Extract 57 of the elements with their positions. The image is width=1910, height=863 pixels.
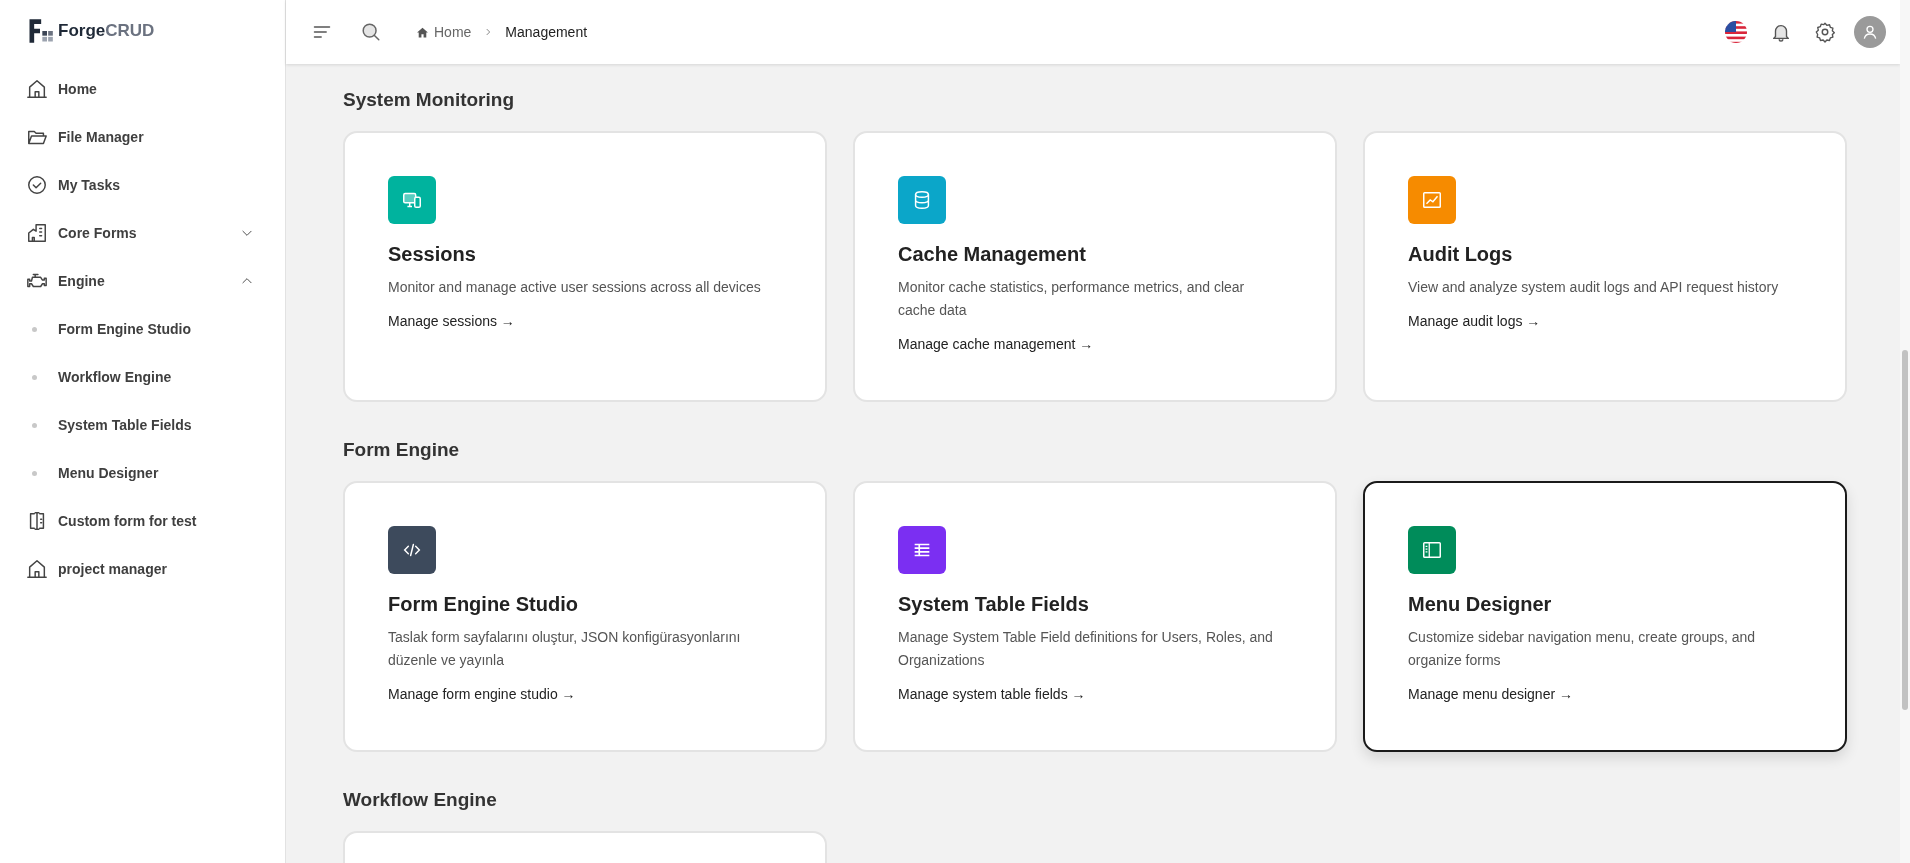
section-title: Form Engine — [343, 438, 461, 462]
user-avatar[interactable] — [1854, 16, 1886, 48]
card-title: Sessions — [388, 243, 477, 266]
bullet-icon — [32, 374, 37, 380]
module-card[interactable]: Audit Logs View and analyze system audit logs and API request history Manage audit logs → — [1363, 131, 1847, 402]
line-chart-icon — [1421, 189, 1443, 211]
card-link[interactable]: Manage audit logs → — [1408, 313, 1541, 329]
section-title: Workflow Engine — [343, 788, 498, 812]
sidebar-subitem[interactable]: Workflow Engine — [26, 353, 258, 401]
house-icon — [26, 558, 48, 580]
sidebar-subitem[interactable]: Menu Designer — [26, 449, 258, 497]
sidebar-subitem[interactable]: System Table Fields — [26, 401, 258, 449]
card-description: Customize sidebar navigation menu, create groups, and organize forms — [1408, 628, 1757, 670]
card-description: Monitor and manage active user sessions across all devices — [388, 278, 762, 297]
module-card[interactable]: Menu Designer Customize sidebar navigation menu, create groups, and organize forms Manage menu designer → — [1363, 481, 1847, 752]
sidebar-item[interactable]: Home — [26, 65, 258, 113]
sidebar-item[interactable]: Core Forms — [26, 209, 258, 257]
sidebar-item[interactable]: My Tasks — [26, 161, 258, 209]
sidebar-subitem[interactable]: Form Engine Studio — [26, 305, 258, 353]
check-circle-icon — [26, 174, 48, 196]
sidebar-item[interactable]: Engine — [26, 257, 258, 305]
breadcrumb-link[interactable]: Home — [416, 24, 472, 40]
sidebar-item[interactable]: Custom form for test — [26, 497, 258, 545]
card-description: Taslak form sayfalarını oluştur, JSON konfigürasyonlarını düzenle ve yayınla — [388, 628, 742, 670]
brand-name: ForgeCRUD — [58, 21, 155, 41]
card-title: System Table Fields — [898, 593, 1090, 616]
card-title: Menu Designer — [1408, 593, 1553, 616]
home-icon — [416, 25, 429, 39]
module-card[interactable]: Form Engine Studio Taslak form sayfalarını oluştur, JSON konfigürasyonlarını düzenle ve yayınla Manage form engine studio → — [343, 481, 827, 752]
search-icon — [360, 21, 382, 43]
house-icon — [26, 78, 48, 100]
card-link[interactable]: Manage system table fields → — [898, 686, 1086, 702]
section-title: System Monitoring — [343, 88, 515, 112]
bullet-icon — [32, 470, 37, 476]
settings-icon — [1814, 21, 1836, 43]
card-link[interactable]: Manage sessions → — [388, 313, 515, 329]
card-link[interactable]: Manage cache management → — [898, 336, 1094, 352]
module-card[interactable]: Sessions Monitor and manage active user sessions across all devices Manage sessions → — [343, 131, 827, 402]
scrollbar-thumb[interactable] — [1902, 350, 1908, 710]
card-title: Form Engine Studio — [388, 593, 579, 616]
card-description: Monitor cache statistics, performance metrics, and clear cache data — [898, 278, 1246, 320]
sidebar-item[interactable]: File Manager — [26, 113, 258, 161]
bullet-icon — [32, 422, 37, 428]
building-icon — [26, 222, 48, 244]
card-link[interactable]: Manage menu designer → — [1408, 686, 1573, 702]
sidebar-item[interactable]: project manager — [26, 545, 258, 593]
card-description: Manage System Table Field definitions for Users, Roles, and Organizations — [898, 628, 1274, 670]
module-card[interactable]: Cache Management Monitor cache statistics, performance metrics, and clear cache data Manage cache management → — [853, 131, 1337, 402]
user-icon — [1862, 24, 1878, 40]
card-description: View and analyze system audit logs and API request history — [1408, 278, 1780, 297]
sidebar-layout-icon — [1421, 539, 1443, 561]
bullet-icon — [32, 326, 37, 332]
card-title: Audit Logs — [1408, 243, 1514, 266]
breadcrumb-current: Management — [505, 24, 588, 40]
card-link[interactable]: Manage form engine studio → — [388, 686, 576, 702]
card-title: Cache Management — [898, 243, 1087, 266]
module-card[interactable]: System Table Fields Manage System Table Field definitions for Users, Roles, and Organizations Manage system table fields → — [853, 481, 1337, 752]
